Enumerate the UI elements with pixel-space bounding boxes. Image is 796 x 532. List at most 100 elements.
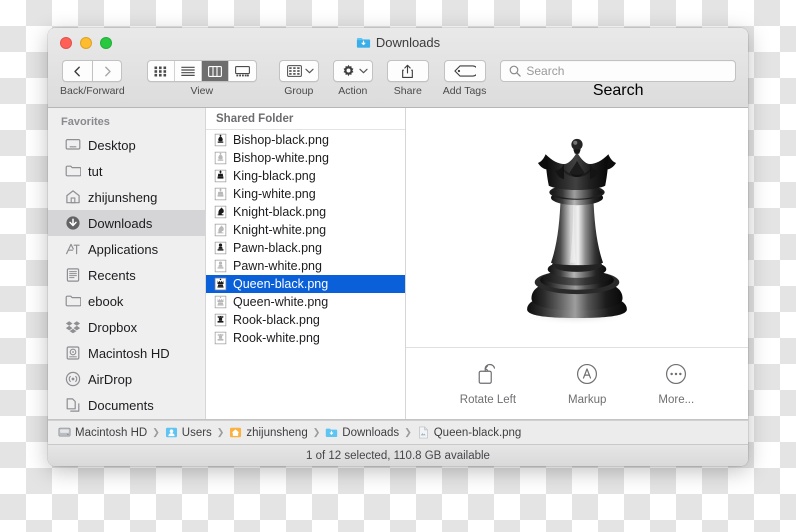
file-name: King-white.png — [233, 187, 316, 201]
home-folder-icon — [230, 427, 242, 438]
breadcrumb-item[interactable]: Queen-black.png — [417, 426, 521, 439]
icon-view-icon — [154, 66, 167, 76]
png-file-icon — [418, 426, 428, 439]
view-label: View — [190, 85, 214, 97]
gallery-view-icon — [234, 65, 250, 76]
view-segmented-control[interactable] — [146, 60, 257, 82]
sidebar-item-tut[interactable]: tut — [48, 158, 205, 184]
sidebar-item-label: AirDrop — [88, 371, 133, 387]
png-thumbnail-bishop-white-icon — [214, 151, 227, 165]
sidebar-item-label: Applications — [88, 241, 159, 257]
harddisk-icon — [58, 427, 71, 437]
file-list-item[interactable]: Bishop-white.png — [206, 149, 405, 167]
downloads-icon — [66, 216, 80, 230]
png-thumbnail-knight-white-icon — [214, 223, 227, 237]
file-list-item[interactable]: Rook-white.png — [206, 329, 405, 347]
group-button[interactable] — [278, 60, 319, 82]
view-option-column-view[interactable] — [201, 61, 229, 81]
recents-icon — [66, 268, 80, 282]
file-name: Pawn-white.png — [233, 259, 322, 273]
breadcrumb-item[interactable]: Macintosh HD — [58, 426, 147, 439]
add-tags-button[interactable] — [443, 60, 486, 82]
breadcrumb-separator: ❯ — [312, 427, 321, 437]
share-button[interactable] — [386, 60, 429, 82]
close-button[interactable] — [60, 36, 72, 49]
applications-icon — [66, 243, 80, 255]
file-name: Bishop-black.png — [233, 133, 329, 147]
view-option-list-view[interactable] — [175, 61, 202, 81]
file-column: Shared Folder Bishop-black.png Bishop-whi… — [206, 108, 406, 419]
png-thumbnail-queen-black-icon — [214, 277, 227, 291]
breadcrumb-separator: ❯ — [152, 427, 160, 437]
back-button[interactable] — [62, 60, 93, 82]
search-input[interactable]: Search — [500, 60, 736, 82]
sidebar: Favorites Desktop tut zhijunsheng Downlo… — [48, 108, 206, 419]
markup-label: Markup — [568, 393, 607, 406]
sidebar-item-airdrop[interactable]: AirDrop — [48, 366, 205, 392]
markup-action[interactable]: Markup — [568, 362, 606, 406]
forward-button[interactable] — [92, 60, 123, 82]
file-list-item[interactable]: Pawn-white.png — [206, 257, 405, 275]
sidebar-item-desktop[interactable]: Desktop — [48, 132, 205, 158]
breadcrumb-item[interactable]: Users — [165, 426, 212, 439]
sidebar-item-ebook[interactable]: ebook — [48, 288, 205, 314]
file-list-item[interactable]: Bishop-black.png — [206, 131, 405, 149]
sidebar-item-macintosh-hd[interactable]: Macintosh HD — [48, 340, 205, 366]
sidebar-item-zhijunsheng[interactable]: zhijunsheng — [48, 184, 205, 210]
sidebar-item-documents[interactable]: Documents — [48, 392, 205, 418]
file-list-item[interactable]: King-black.png — [206, 167, 405, 185]
file-list-item[interactable]: King-white.png — [206, 185, 405, 203]
sidebar-item-dropbox[interactable]: Dropbox — [48, 314, 205, 340]
group-group: Group — [278, 60, 319, 97]
png-thumbnail-pawn-black-icon — [214, 241, 227, 255]
breadcrumb-label: zhijunsheng — [246, 426, 308, 439]
file-name: Rook-black.png — [233, 313, 320, 327]
sidebar-item-downloads[interactable]: Downloads — [48, 210, 205, 236]
nav-group: Back/Forward — [60, 60, 125, 97]
file-list-item[interactable]: Knight-white.png — [206, 221, 405, 239]
file-name: Queen-black.png — [233, 277, 329, 291]
rotate-left-icon — [478, 363, 495, 384]
chevron-down-icon — [359, 68, 368, 74]
file-list-item[interactable]: Queen-white.png — [206, 293, 405, 311]
window-title: Downloads — [48, 35, 748, 50]
rotate-left-label: Rotate Left — [459, 393, 517, 406]
view-group: View — [146, 60, 257, 97]
downloads-folder-icon — [356, 38, 370, 48]
zoom-button[interactable] — [100, 36, 112, 49]
gear-icon — [343, 64, 354, 76]
more-action[interactable]: More... — [658, 362, 694, 406]
group-label: Group — [284, 85, 314, 97]
users-folder-icon — [165, 427, 177, 438]
titlebar[interactable]: Downloads — [48, 28, 748, 57]
sidebar-item-label: zhijunsheng — [88, 189, 158, 205]
chevron-down-icon — [305, 68, 314, 74]
sidebar-item-applications[interactable]: Applications — [48, 236, 205, 262]
breadcrumb-item[interactable]: Downloads — [325, 426, 399, 439]
file-list[interactable]: Bishop-black.png Bishop-white.png King-bla… — [206, 130, 405, 419]
file-list-item[interactable]: Rook-black.png — [206, 311, 405, 329]
breadcrumb-item[interactable]: zhijunsheng — [229, 426, 308, 439]
sidebar-item-photo[interactable]: photo — [48, 418, 205, 419]
file-list-item[interactable]: Queen-black.png — [206, 275, 405, 293]
sidebar-item-label: Downloads — [88, 215, 153, 231]
png-thumbnail-pawn-white-icon — [214, 259, 227, 273]
png-thumbnail-king-black-icon — [214, 169, 227, 183]
sidebar-item-recents[interactable]: Recents — [48, 262, 205, 288]
action-button[interactable] — [332, 60, 373, 82]
status-bar: 1 of 12 selected, 110.8 GB available — [48, 444, 748, 466]
png-thumbnail-knight-black-icon — [214, 205, 227, 219]
preview-pane: Rotate Left Markup More... — [406, 108, 748, 419]
sidebar-item-label: Dropbox — [88, 319, 138, 335]
folder-icon — [65, 295, 81, 307]
file-list-item[interactable]: Pawn-black.png — [206, 239, 405, 257]
file-list-item[interactable]: Knight-black.png — [206, 203, 405, 221]
view-option-gallery-view[interactable] — [229, 61, 256, 81]
file-name: Bishop-white.png — [233, 151, 329, 165]
view-option-icon-view[interactable] — [148, 61, 175, 81]
breadcrumb-separator: ❯ — [404, 427, 412, 437]
sidebar-item-label: ebook — [88, 293, 124, 309]
share-label: Share — [393, 85, 422, 97]
rotate-left-action[interactable]: Rotate Left — [460, 362, 516, 406]
minimize-button[interactable] — [80, 36, 92, 49]
